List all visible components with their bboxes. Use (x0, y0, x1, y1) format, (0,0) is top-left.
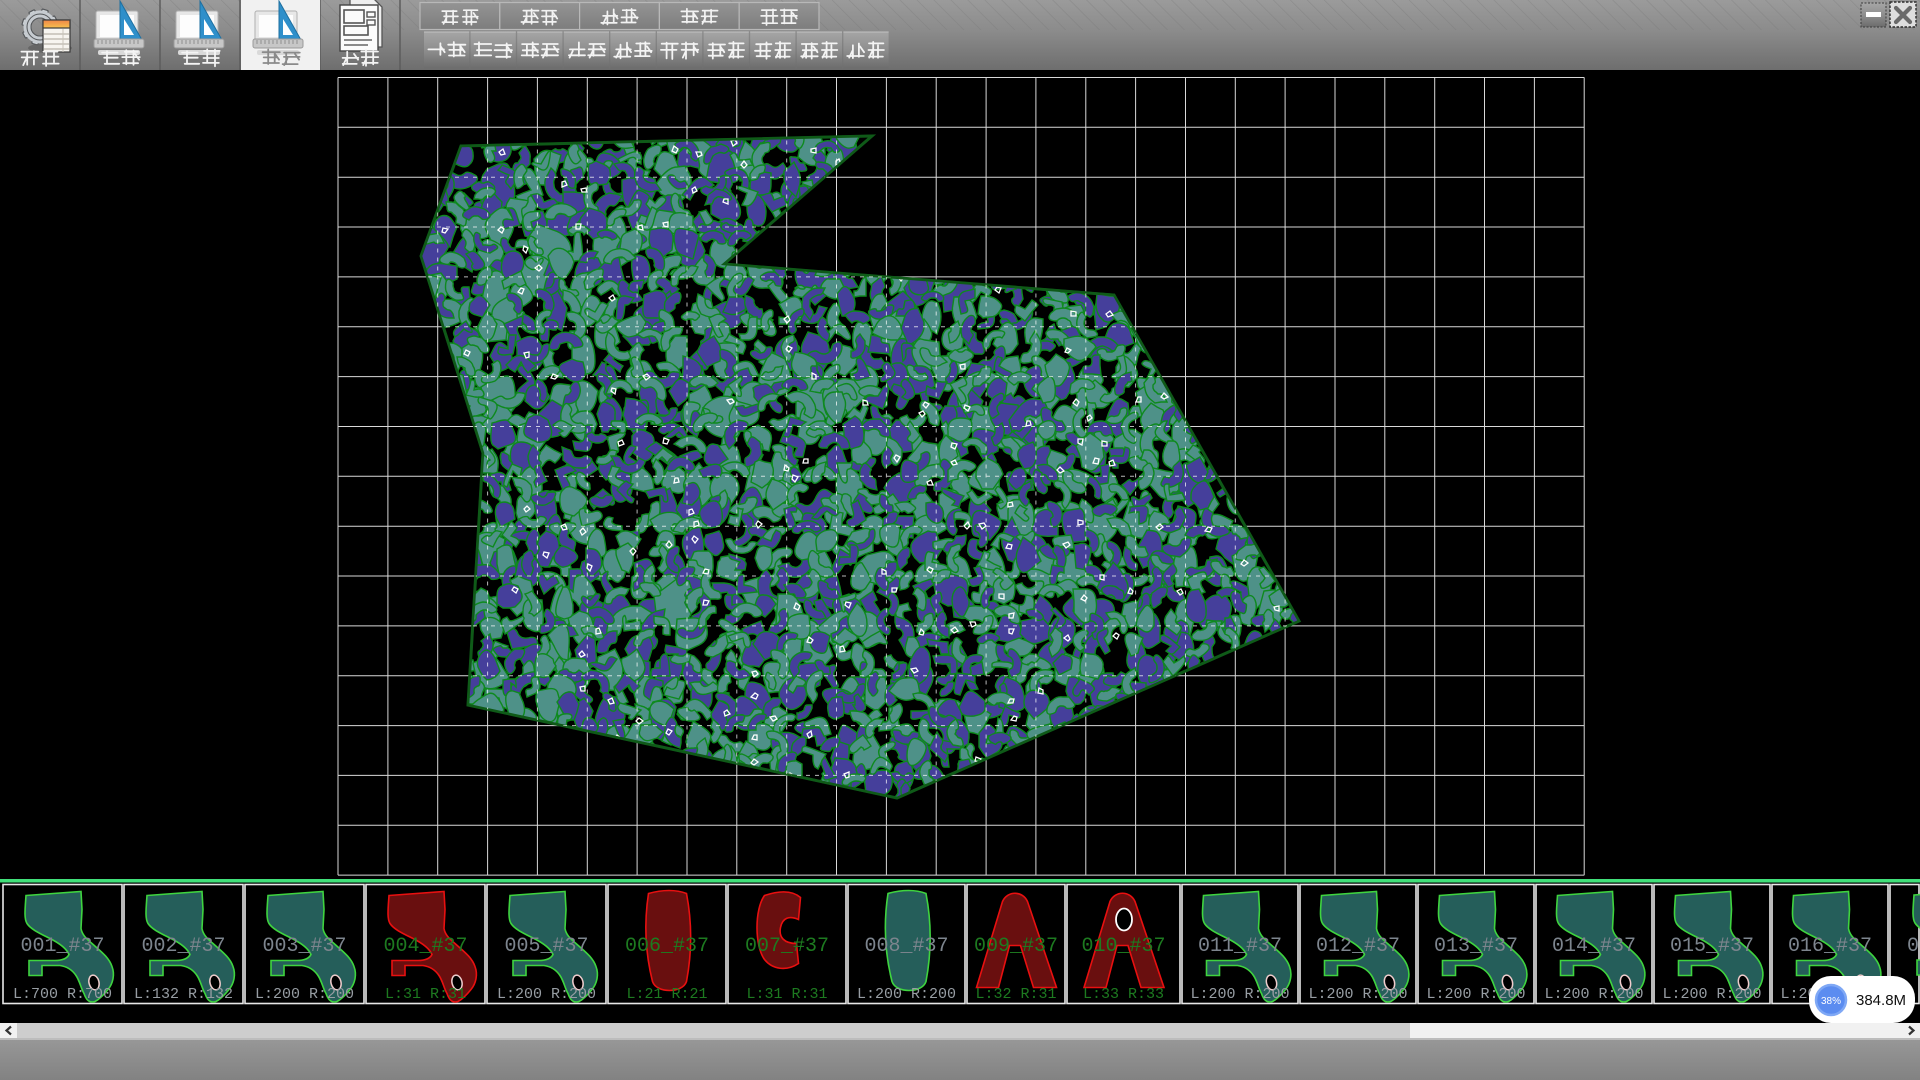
svg-text:384.8M: 384.8M (1856, 992, 1906, 1009)
svg-text:013_#37: 013_#37 (1434, 935, 1518, 958)
svg-text:002_#37: 002_#37 (141, 935, 225, 958)
svg-text:L:200 R:200: L:200 R:200 (1308, 986, 1407, 1003)
svg-text:004_#37: 004_#37 (383, 935, 467, 958)
svg-text:0: 0 (1907, 935, 1919, 958)
svg-text:L:33 R:33: L:33 R:33 (1083, 986, 1164, 1003)
svg-text:L:200 R:200: L:200 R:200 (857, 986, 956, 1003)
svg-text:012_#37: 012_#37 (1316, 935, 1400, 958)
svg-text:011_#37: 011_#37 (1198, 935, 1282, 958)
svg-text:38%: 38% (1821, 996, 1841, 1007)
svg-text:L:200 R:200: L:200 R:200 (1190, 986, 1289, 1003)
svg-text:L:132 R:132: L:132 R:132 (134, 986, 233, 1003)
svg-text:L:200 R:200: L:200 R:200 (497, 986, 596, 1003)
svg-text:016_#37: 016_#37 (1788, 935, 1872, 958)
svg-text:L:200 R:200: L:200 R:200 (1662, 986, 1761, 1003)
svg-text:003_#37: 003_#37 (262, 935, 346, 958)
svg-text:L:31 R:31: L:31 R:31 (385, 986, 466, 1003)
svg-text:L:31 R:31: L:31 R:31 (746, 986, 827, 1003)
svg-text:L:21 R:21: L:21 R:21 (626, 986, 707, 1003)
svg-text:007_#37: 007_#37 (745, 935, 829, 958)
svg-text:L:200 R:200: L:200 R:200 (1426, 986, 1525, 1003)
svg-text:L:700 R:700: L:700 R:700 (13, 986, 112, 1003)
svg-text:009_#37: 009_#37 (974, 935, 1058, 958)
svg-text:014_#37: 014_#37 (1552, 935, 1636, 958)
svg-text:008_#37: 008_#37 (864, 935, 948, 958)
svg-text:L:32 R:31: L:32 R:31 (975, 986, 1056, 1003)
svg-text:L:200 R:200: L:200 R:200 (1544, 986, 1643, 1003)
svg-text:L:200 R:200: L:200 R:200 (255, 986, 354, 1003)
svg-text:006_#37: 006_#37 (625, 935, 709, 958)
svg-text:010_#37: 010_#37 (1081, 935, 1165, 958)
svg-text:005_#37: 005_#37 (504, 935, 588, 958)
svg-text:015_#37: 015_#37 (1670, 935, 1754, 958)
svg-text:001_#37: 001_#37 (20, 935, 104, 958)
